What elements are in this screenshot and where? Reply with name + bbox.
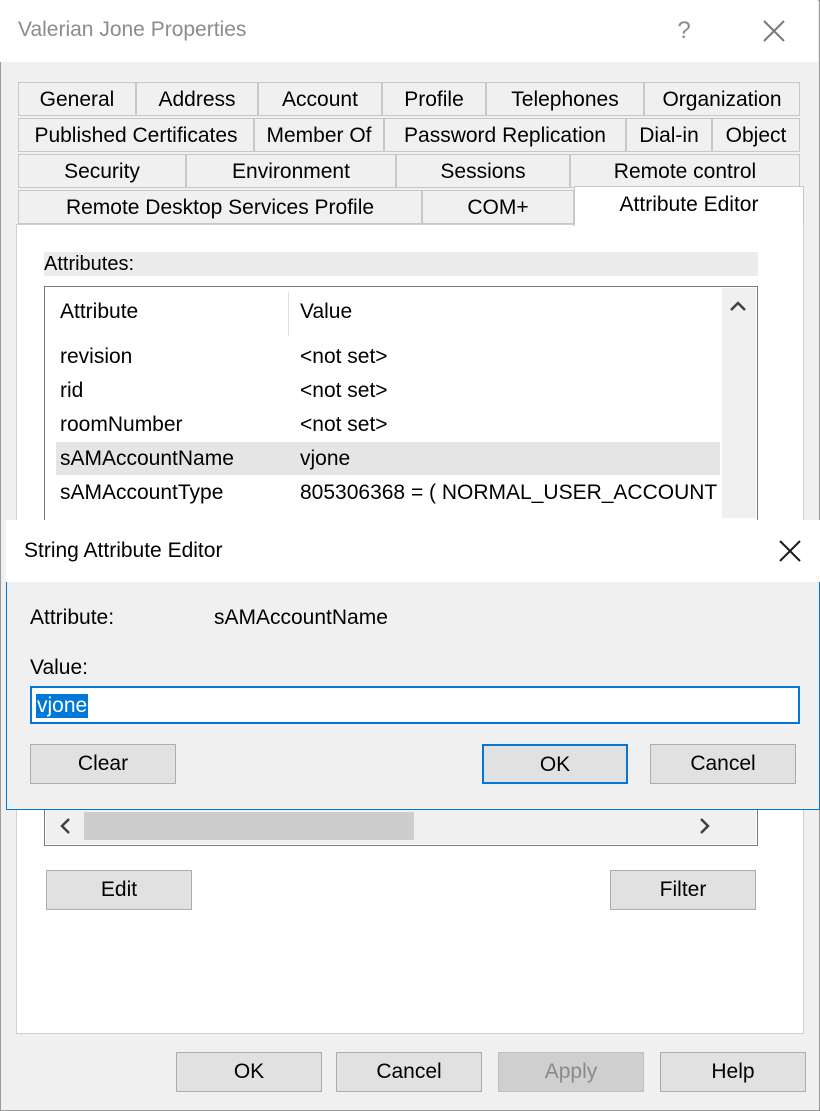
- tab-remote-desktop-services-profile[interactable]: Remote Desktop Services Profile: [18, 190, 422, 224]
- attribute-value: 805306368 = ( NORMAL_USER_ACCOUNT: [300, 481, 718, 504]
- window-title: Valerian Jone Properties: [18, 18, 247, 41]
- tab-remote-control[interactable]: Remote control: [570, 154, 800, 188]
- list-item-selected[interactable]: sAMAccountName vjone: [56, 442, 720, 475]
- tab-password-replication[interactable]: Password Replication: [384, 118, 626, 152]
- tab-security[interactable]: Security: [18, 154, 186, 188]
- attributes-label: Attributes:: [44, 252, 758, 276]
- scroll-up-icon[interactable]: [728, 298, 748, 319]
- tab-member-of[interactable]: Member Of: [254, 118, 384, 152]
- vertical-scrollbar[interactable]: [722, 288, 756, 518]
- attribute-label: Attribute:: [30, 606, 115, 629]
- column-header-value[interactable]: Value: [300, 300, 352, 324]
- attribute-name: sAMAccountType: [60, 481, 224, 504]
- tab-attribute-editor[interactable]: Attribute Editor: [574, 186, 804, 226]
- tab-account[interactable]: Account: [258, 82, 382, 116]
- attribute-name: rid: [60, 379, 84, 402]
- tab-object[interactable]: Object: [712, 118, 800, 152]
- close-icon[interactable]: [752, 12, 796, 50]
- value-label: Value:: [30, 656, 88, 679]
- ok-button[interactable]: OK: [176, 1052, 322, 1092]
- tab-organization[interactable]: Organization: [644, 82, 800, 116]
- attribute-value: vjone: [300, 447, 351, 470]
- dialog-title: String Attribute Editor: [24, 539, 223, 562]
- dialog-close-icon[interactable]: [768, 532, 812, 570]
- edit-button[interactable]: Edit: [46, 870, 192, 910]
- tab-dial-in[interactable]: Dial-in: [626, 118, 712, 152]
- tab-com-plus[interactable]: COM+: [422, 190, 574, 224]
- list-item[interactable]: sAMAccountType 805306368 = ( NORMAL_USER…: [56, 476, 720, 509]
- value-text-selected: vjone: [36, 694, 89, 718]
- filter-button[interactable]: Filter: [610, 870, 756, 910]
- tab-sessions[interactable]: Sessions: [396, 154, 570, 188]
- column-header-attribute[interactable]: Attribute: [60, 300, 138, 324]
- attribute-value: <not set>: [300, 345, 388, 368]
- tab-address[interactable]: Address: [136, 82, 258, 116]
- help-icon[interactable]: ?: [664, 14, 704, 48]
- tab-environment[interactable]: Environment: [186, 154, 396, 188]
- dialog-cancel-button[interactable]: Cancel: [650, 744, 796, 784]
- list-item[interactable]: roomNumber <not set>: [56, 408, 720, 441]
- attribute-name: revision: [60, 345, 133, 368]
- attribute-name: sAMAccountName: [60, 447, 234, 470]
- list-item[interactable]: revision <not set>: [56, 340, 720, 373]
- clear-button[interactable]: Clear: [30, 744, 176, 784]
- scroll-right-icon[interactable]: [696, 816, 714, 841]
- apply-button[interactable]: Apply: [498, 1052, 644, 1092]
- tab-profile[interactable]: Profile: [382, 82, 486, 116]
- dialog-ok-button[interactable]: OK: [482, 744, 628, 784]
- column-divider[interactable]: [288, 292, 289, 336]
- tab-published-certificates[interactable]: Published Certificates: [18, 118, 254, 152]
- attribute-name: roomNumber: [60, 413, 183, 436]
- list-item[interactable]: rid <not set>: [56, 374, 720, 407]
- attribute-value: <not set>: [300, 413, 388, 436]
- value-input[interactable]: vjone: [30, 686, 800, 724]
- tab-general[interactable]: General: [18, 82, 136, 116]
- attribute-name-value: sAMAccountName: [214, 606, 388, 629]
- cancel-button[interactable]: Cancel: [336, 1052, 482, 1092]
- tab-telephones[interactable]: Telephones: [486, 82, 644, 116]
- help-button[interactable]: Help: [660, 1052, 806, 1092]
- horizontal-scroll-thumb[interactable]: [84, 812, 414, 840]
- scroll-left-icon[interactable]: [56, 816, 74, 841]
- attribute-value: <not set>: [300, 379, 388, 402]
